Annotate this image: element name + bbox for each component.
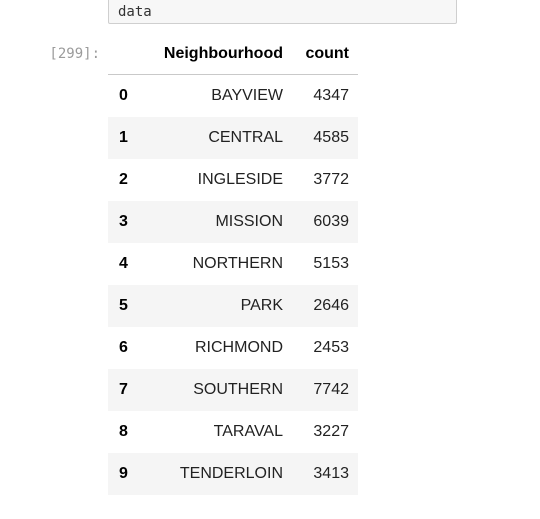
neighbourhood-cell: TENDERLOIN [179,464,283,482]
table-row: 7 SOUTHERN 7742 [108,368,358,411]
row-index: 1 [119,128,128,146]
neighbourhood-cell: PARK [240,296,283,314]
column-header-count: count [292,34,358,75]
table-row: 0 BAYVIEW 4347 [108,75,358,117]
count-cell: 7742 [313,380,349,398]
count-cell: 3413 [313,464,349,482]
count-cell: 4347 [313,86,349,104]
header-row: Neighbourhood count [108,34,358,75]
row-index: 4 [119,254,128,272]
notebook: data [299]: Neighbourhood count 0 BAYVIE… [0,0,540,519]
row-index: 6 [119,338,128,356]
output-area: Neighbourhood count 0 BAYVIEW 4347 1 CEN… [108,34,358,495]
table-row: 1 CENTRAL 4585 [108,116,358,159]
code-input-cell[interactable]: data [108,0,457,24]
table-row: 3 MISSION 6039 [108,200,358,243]
row-index: 2 [119,170,128,188]
neighbourhood-cell: MISSION [215,212,283,230]
count-cell: 2453 [313,338,349,356]
code-text[interactable]: data [118,3,152,21]
row-index: 5 [119,296,128,314]
table-row: 2 INGLESIDE 3772 [108,159,358,201]
table-row: 8 TARAVAL 3227 [108,411,358,453]
table-row: 9 TENDERLOIN 3413 [108,452,358,495]
table-row: 6 RICHMOND 2453 [108,327,358,369]
count-cell: 6039 [313,212,349,230]
count-cell: 2646 [313,296,349,314]
neighbourhood-cell: NORTHERN [192,254,283,272]
row-index: 0 [119,86,128,104]
neighbourhood-cell: CENTRAL [208,128,283,146]
neighbourhood-cell: RICHMOND [195,338,283,356]
row-index: 9 [119,464,128,482]
count-cell: 4585 [313,128,349,146]
index-header [108,34,138,75]
count-cell: 3227 [313,422,349,440]
column-header-neighbourhood: Neighbourhood [138,34,292,75]
count-cell: 3772 [313,170,349,188]
table-row: 5 PARK 2646 [108,284,358,327]
neighbourhood-cell: TARAVAL [213,422,283,440]
neighbourhood-cell: INGLESIDE [197,170,283,188]
output-prompt: [299]: [49,46,100,62]
count-cell: 5153 [313,254,349,272]
dataframe-table: Neighbourhood count 0 BAYVIEW 4347 1 CEN… [108,34,358,495]
neighbourhood-cell: BAYVIEW [211,86,283,104]
table-row: 4 NORTHERN 5153 [108,243,358,285]
neighbourhood-cell: SOUTHERN [193,380,283,398]
row-index: 3 [119,212,128,230]
row-index: 8 [119,422,128,440]
row-index: 7 [119,380,128,398]
